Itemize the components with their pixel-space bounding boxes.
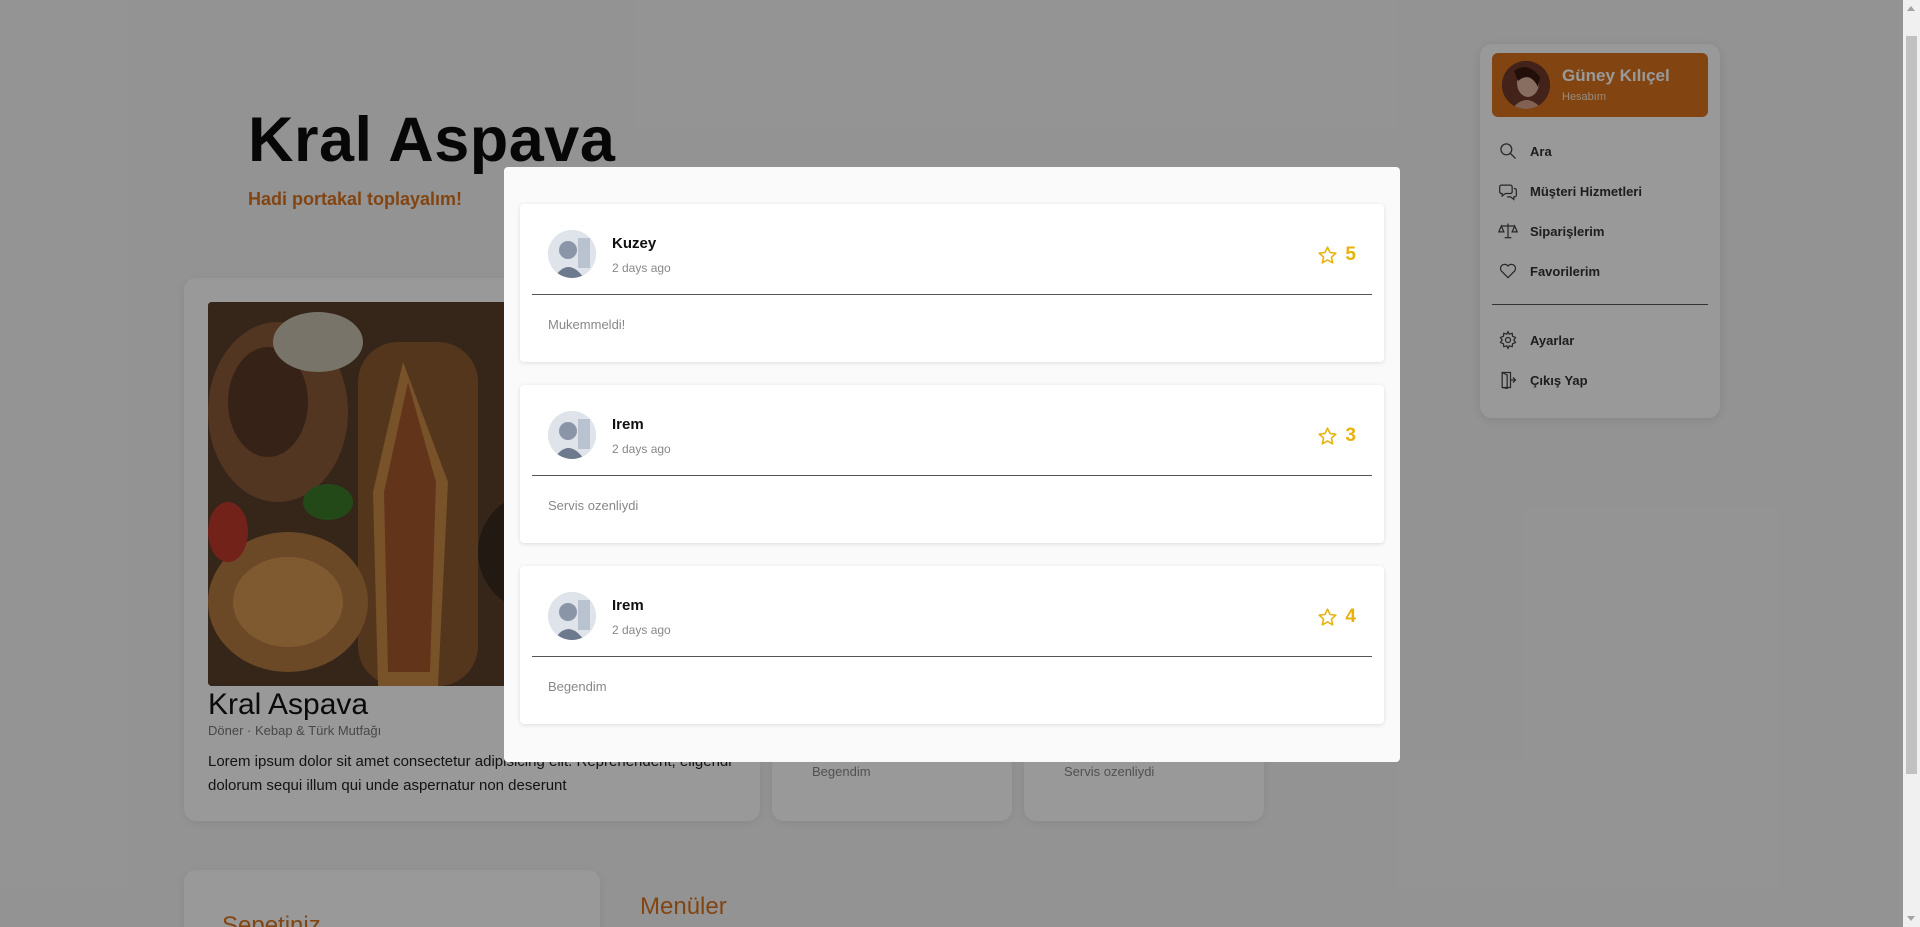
- review-divider: [532, 294, 1372, 295]
- review-text: Begendim: [548, 679, 607, 694]
- scroll-thumb[interactable]: [1906, 36, 1917, 774]
- review-rating: 3: [1317, 425, 1356, 447]
- rating-value: 5: [1345, 244, 1356, 265]
- review-rating: 4: [1317, 606, 1356, 628]
- review-card: Irem 2 days ago 4 Begendim: [520, 566, 1384, 724]
- star-icon: [1318, 607, 1338, 626]
- star-icon: [1318, 426, 1338, 445]
- review-card: Irem 2 days ago 3 Servis ozenliydi: [520, 385, 1384, 543]
- page-scrollbar[interactable]: [1903, 0, 1920, 927]
- review-card: Kuzey 2 days ago 5 Mukemmeldi!: [520, 204, 1384, 362]
- reviewer-avatar: [548, 411, 596, 459]
- reviewer-avatar: [548, 230, 596, 278]
- scroll-up-icon[interactable]: [1907, 6, 1915, 11]
- reviewer-name: Irem: [612, 416, 644, 433]
- rating-value: 3: [1345, 425, 1356, 446]
- rating-value: 4: [1345, 606, 1356, 627]
- review-date: 2 days ago: [612, 442, 671, 456]
- reviewer-name: Irem: [612, 597, 644, 614]
- reviewer-avatar: [548, 592, 596, 640]
- review-text: Mukemmeldi!: [548, 317, 626, 332]
- scroll-down-icon[interactable]: [1907, 916, 1915, 921]
- review-date: 2 days ago: [612, 623, 671, 637]
- reviewer-name: Kuzey: [612, 235, 657, 252]
- reviews-modal: Kuzey 2 days ago 5 Mukemmeldi! Irem 2 da…: [504, 167, 1400, 762]
- review-date: 2 days ago: [612, 261, 671, 275]
- star-icon: [1318, 245, 1338, 264]
- review-divider: [532, 656, 1372, 657]
- review-text: Servis ozenliydi: [548, 498, 639, 513]
- review-rating: 5: [1317, 244, 1356, 266]
- review-divider: [532, 475, 1372, 476]
